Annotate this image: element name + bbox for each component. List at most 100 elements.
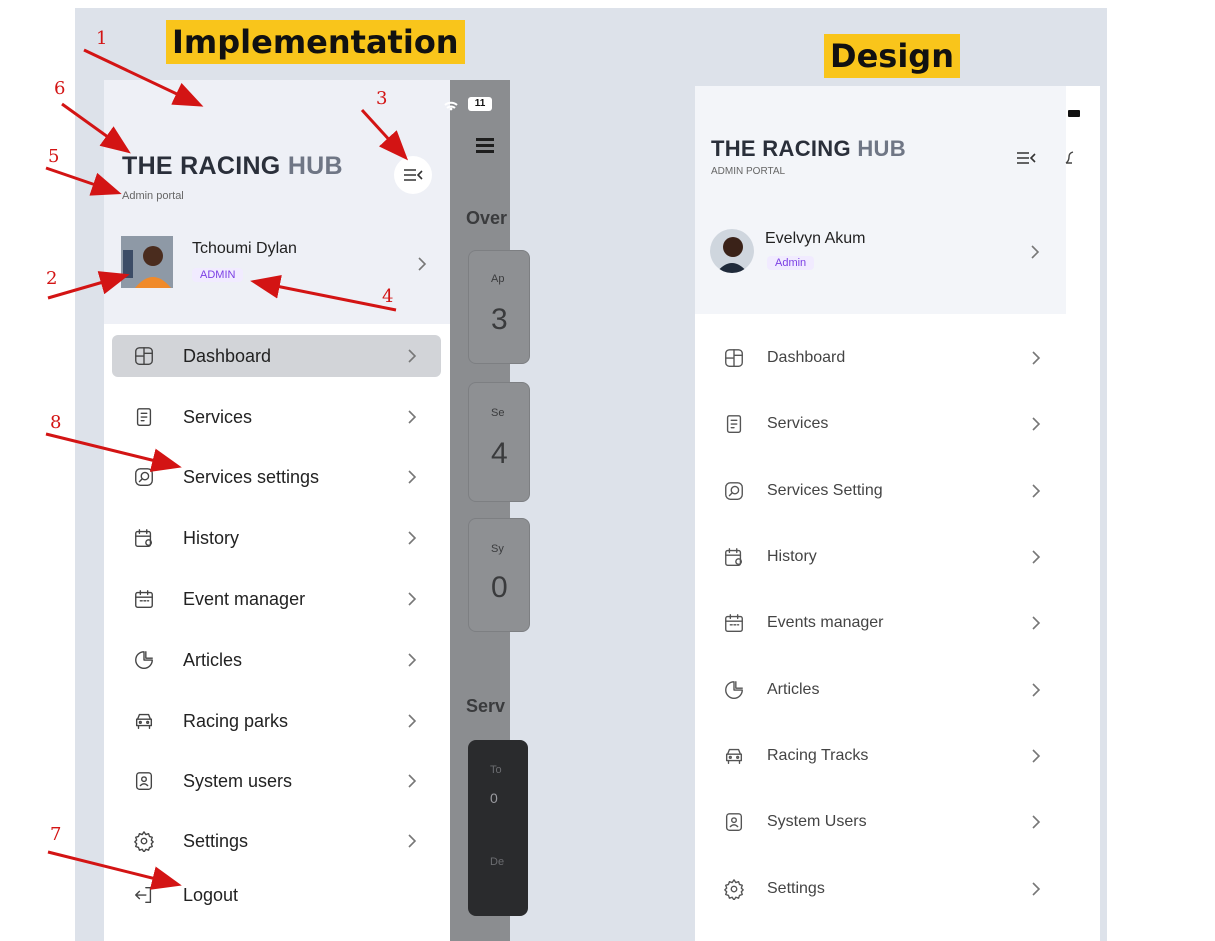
chevron-right-icon [406, 348, 420, 363]
user-name: Tchoumi Dylan [192, 240, 297, 257]
chevron-right-icon [406, 469, 420, 484]
implementation-header: Implementation [166, 20, 465, 64]
users-icon [722, 810, 746, 834]
dimmed-dashboard-background: Over Ap 3 Se 4 Sy 0 Serv To 0 De [450, 80, 530, 941]
menu-item-services-settings[interactable]: Services settings [112, 456, 441, 498]
menu-item-system-users[interactable]: System users [112, 760, 441, 802]
annotation-number: 1 [96, 28, 108, 49]
annotation-number: 7 [50, 824, 62, 845]
car-icon [722, 744, 746, 768]
chevron-right-icon [1031, 245, 1040, 259]
chevron-right-icon [1030, 483, 1044, 498]
design-brand-title-light: HUB [857, 136, 906, 161]
battery-icon [1068, 110, 1080, 117]
design-role-badge: Admin [767, 256, 815, 270]
brand-subtitle: Admin portal [122, 190, 184, 202]
chevron-right-icon [1030, 350, 1044, 365]
design-menu-item-articles[interactable]: Articles [710, 669, 1054, 711]
design-menu-item-services-setting[interactable]: Services Setting [710, 470, 1054, 512]
menu-item-label: Services Setting [767, 482, 883, 499]
user-profile-row[interactable]: Tchoumi Dylan ADMIN [104, 226, 450, 300]
menu-item-label: Dashboard [767, 349, 846, 366]
brand-title-light: HUB [287, 152, 343, 180]
role-badge: ADMIN [192, 268, 244, 282]
menu-item-label: Racing Tracks [767, 747, 869, 764]
stat-card: Se 4 [468, 382, 530, 502]
design-brand-subtitle: ADMIN PORTAL [711, 166, 786, 177]
services-icon [132, 405, 156, 429]
users-icon [132, 769, 156, 793]
design-menu-item-settings[interactable]: Settings [710, 868, 1054, 910]
design-user-photo [710, 229, 754, 273]
menu-item-logout[interactable]: Logout [112, 874, 441, 916]
menu-item-label: Services [183, 407, 253, 427]
design-header: Design [824, 34, 960, 78]
menu-item-label: Articles [183, 650, 243, 670]
menu-item-label: Dashboard [183, 346, 272, 366]
menu-item-settings[interactable]: Settings [112, 820, 441, 862]
bell-icon [1065, 151, 1074, 164]
stat-card: Sy 0 [468, 518, 530, 632]
chevron-right-icon [1030, 682, 1044, 697]
design-menu-item-dashboard[interactable]: Dashboard [710, 337, 1054, 379]
menu-item-history[interactable]: History [112, 517, 441, 559]
history-icon [722, 545, 746, 569]
articles-icon [722, 678, 746, 702]
chevron-right-icon [1030, 615, 1044, 630]
menu-item-racing-parks[interactable]: Racing parks [112, 700, 441, 742]
services-settings-icon [132, 465, 156, 489]
annotation-number: 3 [376, 88, 388, 109]
chevron-right-icon [406, 530, 420, 545]
chevron-right-icon [1030, 549, 1044, 564]
design-menu-item-racing-tracks[interactable]: Racing Tracks [710, 735, 1054, 777]
menu-item-label: Logout [183, 885, 239, 905]
menu-item-label: Articles [767, 681, 820, 698]
dark-stat-card: To 0 De [468, 740, 528, 916]
stat-card: Ap 3 [468, 250, 530, 364]
chevron-right-icon [418, 257, 427, 271]
menu-item-label: Racing parks [183, 711, 289, 731]
car-icon [132, 709, 156, 733]
calendar-icon [132, 587, 156, 611]
menu-item-articles[interactable]: Articles [112, 639, 441, 681]
design-menu-collapse-icon[interactable] [1016, 150, 1036, 166]
logout-icon [132, 883, 156, 907]
design-menu-item-history[interactable]: History [710, 536, 1054, 578]
design-menu-item-events-manager[interactable]: Events manager [710, 602, 1054, 644]
hamburger-icon [476, 138, 494, 156]
chevron-right-icon [1030, 814, 1044, 829]
services-icon [722, 412, 746, 436]
menu-item-label: Services [767, 415, 829, 432]
menu-item-dashboard[interactable]: Dashboard [112, 335, 441, 377]
design-user-name: Evelvyn Akum [765, 230, 866, 247]
menu-item-label: Settings [767, 880, 825, 897]
chevron-right-icon [406, 652, 420, 667]
menu-item-event-manager[interactable]: Event manager [112, 578, 441, 620]
battery-indicator: 11 [468, 97, 492, 111]
calendar-icon [722, 611, 746, 635]
design-menu-item-services[interactable]: Services [710, 403, 1054, 445]
design-brand-title: THE RACING HUB [711, 136, 906, 162]
design-user-profile-row[interactable]: Evelvyn Akum Admin [695, 222, 1066, 284]
gear-icon [132, 829, 156, 853]
gear-icon [722, 877, 746, 901]
menu-item-label: History [767, 548, 817, 565]
menu-item-label: History [183, 528, 240, 548]
menu-item-services[interactable]: Services [112, 396, 441, 438]
menu-item-label: Services settings [183, 467, 320, 487]
collapse-drawer-button[interactable] [394, 156, 432, 194]
chevron-right-icon [406, 409, 420, 424]
chevron-right-icon [406, 713, 420, 728]
dashboard-icon [132, 344, 156, 368]
chevron-right-icon [1030, 881, 1044, 896]
menu-item-label: System Users [767, 813, 867, 830]
chevron-right-icon [1030, 416, 1044, 431]
design-menu-item-system-users[interactable]: System Users [710, 801, 1054, 843]
design-avatar [710, 229, 754, 273]
annotation-number: 6 [54, 78, 66, 99]
services-settings-icon [722, 479, 746, 503]
chevron-right-icon [1030, 748, 1044, 763]
chevron-right-icon [406, 833, 420, 848]
chevron-right-icon [406, 773, 420, 788]
menu-collapse-icon [404, 169, 423, 181]
